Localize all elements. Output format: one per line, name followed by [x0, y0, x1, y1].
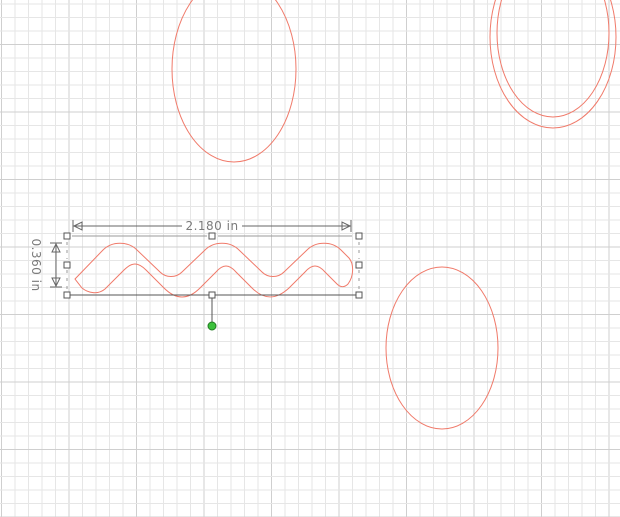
resize-handle-top-center[interactable]: [208, 232, 216, 240]
height-label: 0.360 in: [29, 238, 43, 291]
bottom-right-ellipse[interactable]: [385, 266, 499, 430]
resize-handle-bottom-right[interactable]: [355, 291, 363, 299]
height-dimension: 0.360 in: [29, 238, 62, 292]
width-label: 2.180 in: [185, 219, 238, 233]
resize-handle-bottom-left[interactable]: [63, 291, 71, 299]
resize-handle-middle-right[interactable]: [355, 261, 363, 269]
design-canvas[interactable]: 2.180 in 0.360 in: [0, 0, 620, 517]
width-dimension: 2.180 in: [72, 219, 352, 233]
resize-handle-middle-left[interactable]: [63, 261, 71, 269]
resize-handle-bottom-center[interactable]: [208, 291, 216, 299]
resize-handle-top-right[interactable]: [355, 232, 363, 240]
resize-handles[interactable]: [63, 232, 363, 299]
background-grid: [0, 0, 620, 517]
selected-wave-shape[interactable]: [74, 242, 354, 298]
top-right-double-ellipse[interactable]: [489, 0, 617, 129]
rotate-handle-dot[interactable]: [207, 321, 217, 331]
canvas-svg[interactable]: 2.180 in 0.360 in: [0, 0, 620, 517]
resize-handle-top-left[interactable]: [63, 232, 71, 240]
